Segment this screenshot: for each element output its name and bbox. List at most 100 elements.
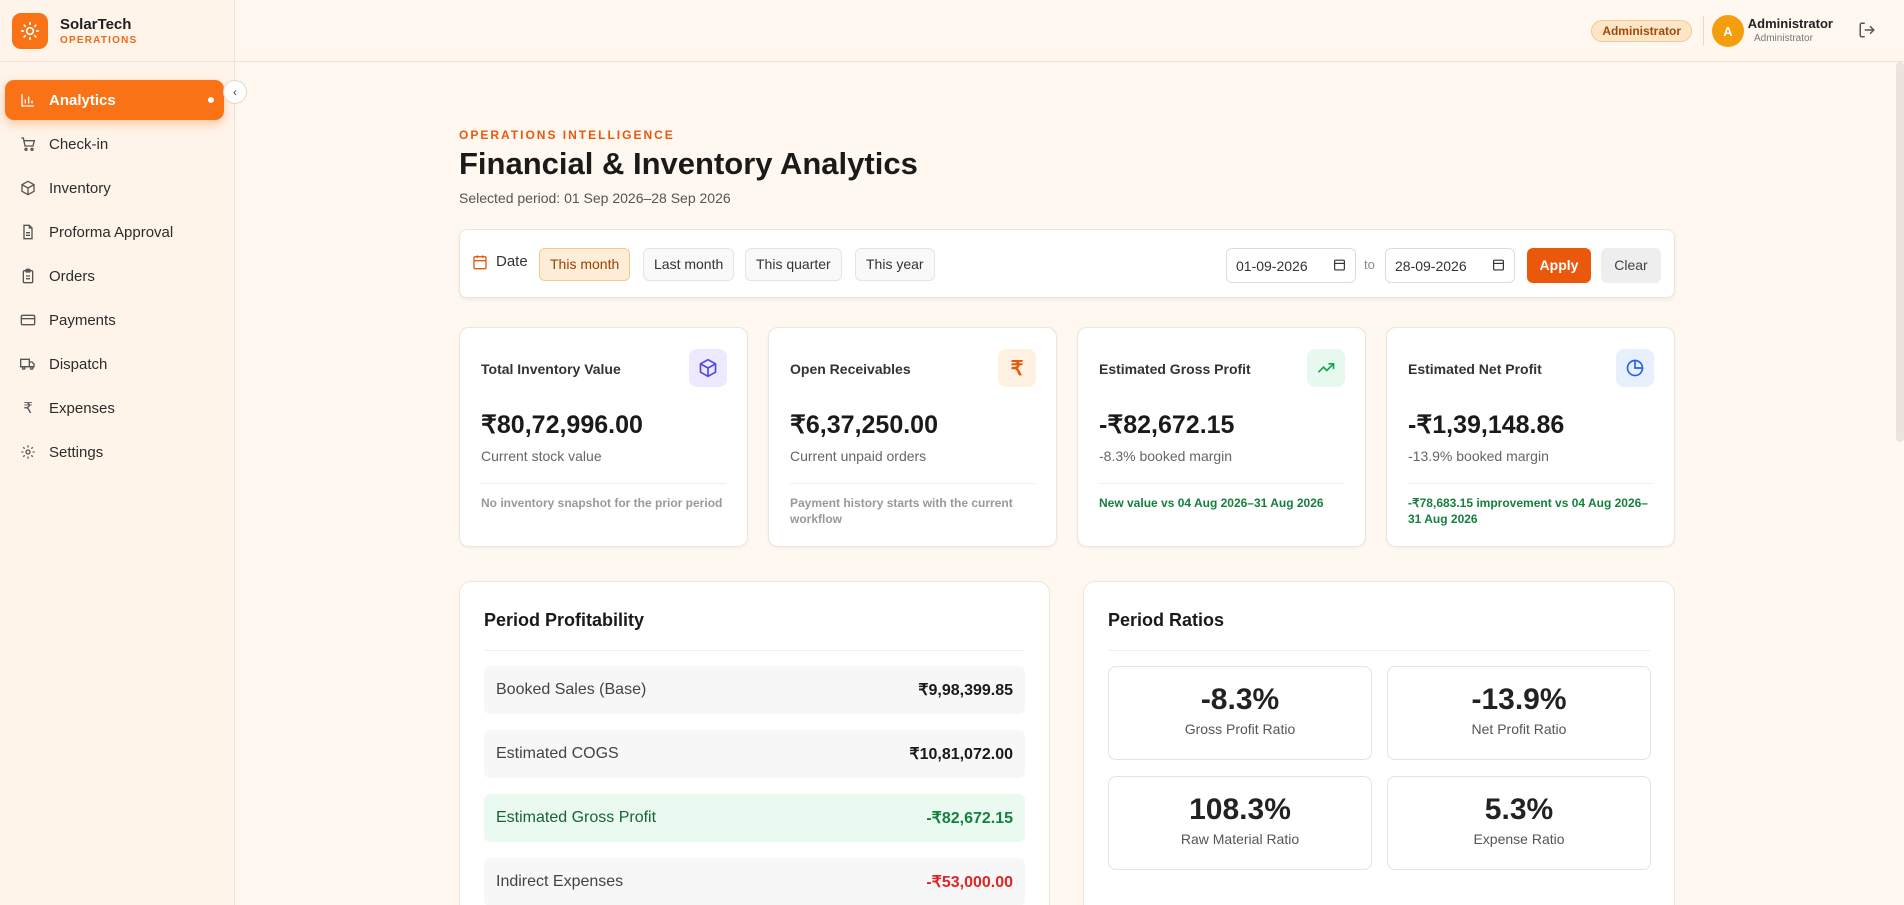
kpi-divider (1408, 483, 1653, 484)
kpi-value: -₹82,672.15 (1099, 411, 1235, 439)
ratio-value: -8.3% (1200, 683, 1280, 716)
row-value: ₹9,98,399.85 (918, 682, 1013, 699)
kpi-subtitle: Current stock value (481, 448, 602, 464)
ratio-label: Expense Ratio (1473, 831, 1565, 847)
active-indicator-dot (208, 97, 214, 103)
collapse-sidebar-button[interactable]: ‹ (223, 80, 247, 104)
kpi-title: Estimated Net Profit (1408, 361, 1542, 377)
sidebar: SolarTech OPERATIONS Analytics Check-in … (0, 0, 235, 905)
apply-button[interactable]: Apply (1527, 248, 1591, 283)
cart-icon (19, 135, 37, 153)
sun-icon (12, 12, 48, 49)
panel-title: Period Ratios (1108, 610, 1225, 630)
chip-this-year[interactable]: This year (855, 248, 935, 281)
kpi-note: No inventory snapshot for the prior peri… (481, 496, 723, 510)
ratio-value: 5.3% (1484, 793, 1554, 826)
row-value: -₹53,000.00 (926, 874, 1013, 891)
date-filter-bar: Date This month Last month This quarter … (459, 229, 1675, 298)
kpi-subtitle: Current unpaid orders (790, 448, 927, 464)
sidebar-item-dispatch[interactable]: Dispatch (5, 344, 224, 384)
chevron-left-icon: ‹ (233, 85, 237, 99)
kpi-value: ₹6,37,250.00 (790, 411, 938, 439)
row-value: ₹10,81,072.00 (909, 746, 1013, 763)
kpi-subtitle: -13.9% booked margin (1408, 448, 1549, 464)
trending-up-icon (1307, 349, 1345, 387)
to-date-value: 28-09-2026 (1395, 257, 1467, 274)
role-badge: Administrator (1591, 20, 1692, 42)
row-label: Booked Sales (Base) (496, 681, 647, 698)
page-title: Financial & Inventory Analytics (459, 146, 918, 181)
period-profitability-panel: Period Profitability Booked Sales (Base)… (459, 581, 1050, 905)
brand-subtitle: OPERATIONS (60, 34, 138, 46)
ratio-card-expense: 5.3% Expense Ratio (1387, 776, 1651, 870)
profit-row-booked-sales: Booked Sales (Base) ₹9,98,399.85 (484, 666, 1025, 714)
user-name: Administrator (1747, 16, 1833, 31)
ratio-label: Gross Profit Ratio (1184, 721, 1296, 737)
row-value: -₹82,672.15 (926, 810, 1013, 827)
ratio-value: -13.9% (1471, 683, 1567, 716)
brand-name: SolarTech (60, 15, 132, 33)
row-label: Estimated Gross Profit (496, 809, 657, 826)
kpi-divider (481, 483, 726, 484)
kpi-note: Payment history starts with the current … (790, 496, 1013, 526)
calendar-picker-icon (1333, 258, 1346, 274)
panel-title: Period Profitability (484, 610, 645, 630)
sidebar-item-analytics[interactable]: Analytics (5, 80, 224, 120)
kpi-subtitle: -8.3% booked margin (1099, 448, 1233, 464)
kpi-title: Estimated Gross Profit (1099, 361, 1251, 377)
from-date-value: 01-09-2026 (1236, 257, 1308, 274)
clipboard-icon (19, 267, 37, 285)
kpi-card-open-receivables: Open Receivables ₹ ₹6,37,250.00 Current … (768, 327, 1057, 547)
date-label: Date (496, 253, 528, 270)
kpi-title: Open Receivables (790, 361, 911, 377)
credit-card-icon (19, 311, 37, 329)
panel-divider (1108, 650, 1650, 651)
from-date-input[interactable]: 01-09-2026 (1226, 248, 1356, 283)
bar-chart-icon (19, 91, 37, 109)
chip-this-month[interactable]: This month (539, 248, 631, 281)
sidebar-item-label: Analytics (49, 91, 116, 109)
kpi-card-gross-profit: Estimated Gross Profit -₹82,672.15 -8.3%… (1077, 327, 1366, 547)
box-icon (19, 179, 37, 197)
clear-button[interactable]: Clear (1601, 248, 1661, 283)
document-icon (19, 223, 37, 241)
ratio-label: Net Profit Ratio (1471, 721, 1567, 737)
kpi-value: -₹1,39,148.86 (1408, 411, 1565, 439)
truck-icon (19, 355, 37, 373)
rupee-icon: ₹ (23, 400, 33, 417)
chip-last-month[interactable]: Last month (643, 248, 735, 281)
panel-divider (484, 650, 1025, 651)
avatar[interactable]: A (1712, 15, 1744, 47)
kpi-card-net-profit: Estimated Net Profit -₹1,39,148.86 -13.9… (1386, 327, 1675, 547)
sidebar-item-inventory[interactable]: Inventory (5, 168, 224, 208)
sidebar-item-label: Check-in (49, 135, 109, 153)
to-date-input[interactable]: 28-09-2026 (1385, 248, 1515, 283)
sidebar-item-orders[interactable]: Orders (5, 256, 224, 296)
pie-chart-icon (1616, 349, 1654, 387)
sidebar-item-settings[interactable]: Settings (5, 432, 224, 472)
to-label: to (1364, 257, 1375, 272)
page-eyebrow: OPERATIONS INTELLIGENCE (459, 128, 675, 142)
sidebar-item-label: Payments (49, 311, 116, 329)
sidebar-item-label: Settings (49, 443, 104, 461)
kpi-divider (790, 483, 1035, 484)
profit-row-gross-profit: Estimated Gross Profit -₹82,672.15 (484, 794, 1025, 842)
brand[interactable]: SolarTech OPERATIONS (0, 0, 234, 62)
period-ratios-panel: Period Ratios -8.3% Gross Profit Ratio -… (1083, 581, 1675, 905)
profit-row-indirect-expenses: Indirect Expenses -₹53,000.00 (484, 858, 1025, 905)
gear-icon (19, 443, 37, 461)
logout-icon[interactable] (1858, 21, 1878, 41)
user-role: Administrator (1754, 33, 1813, 44)
sidebar-item-proforma-approval[interactable]: Proforma Approval (5, 212, 224, 252)
header-divider (1703, 16, 1704, 46)
page-scrollbar[interactable] (1896, 62, 1904, 442)
sidebar-item-check-in[interactable]: Check-in (5, 124, 224, 164)
kpi-note: New value vs 04 Aug 2026–31 Aug 2026 (1099, 496, 1324, 510)
kpi-card-inventory-value: Total Inventory Value ₹80,72,996.00 Curr… (459, 327, 748, 547)
sidebar-item-expenses[interactable]: ₹ Expenses (5, 388, 224, 428)
profit-row-cogs: Estimated COGS ₹10,81,072.00 (484, 730, 1025, 778)
kpi-title: Total Inventory Value (481, 361, 621, 377)
chip-this-quarter[interactable]: This quarter (745, 248, 842, 281)
sidebar-item-payments[interactable]: Payments (5, 300, 224, 340)
calendar-icon (472, 254, 488, 270)
